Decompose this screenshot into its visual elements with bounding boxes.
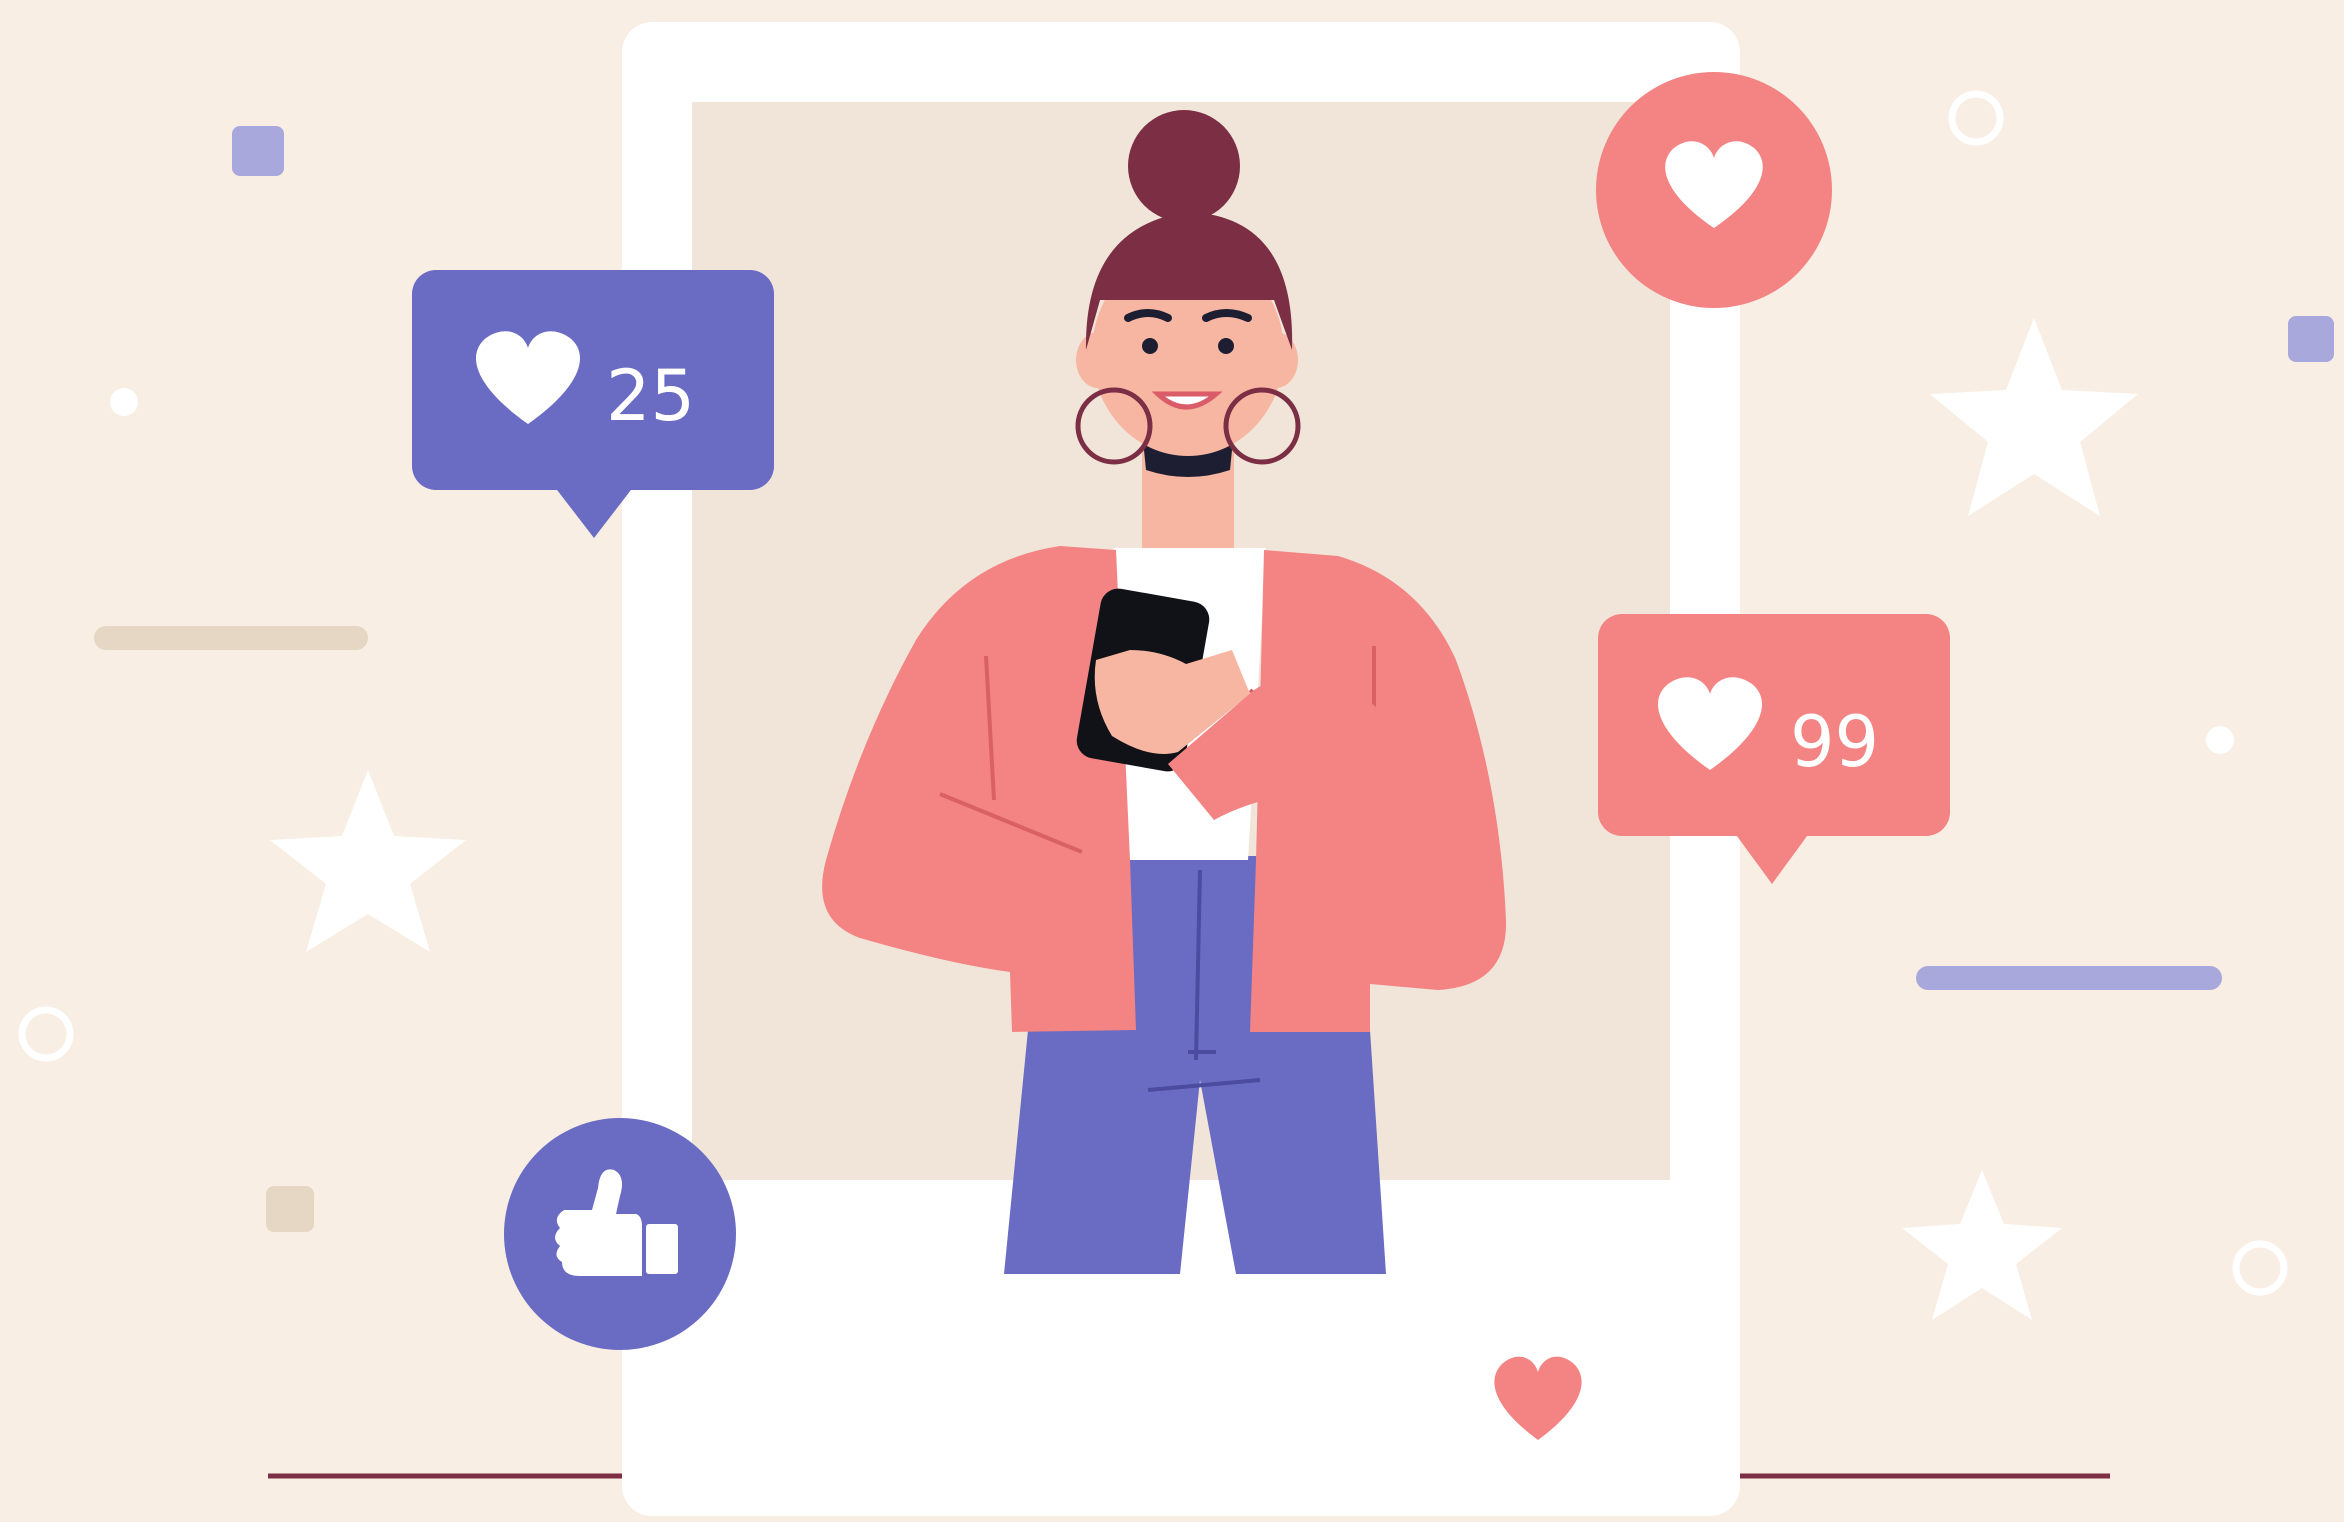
eye [1142,338,1158,354]
dash-decoration [1916,966,2222,990]
dot-decoration [2206,726,2234,754]
illustration: 25 99 [0,0,2344,1522]
counter-bubble [412,270,774,490]
dot-decoration [110,388,138,416]
square-decoration [266,1186,314,1232]
like-count: 25 [606,355,695,437]
counter-bubble [1598,614,1950,836]
eye [1218,338,1234,354]
square-decoration [2288,316,2334,362]
thumbs-up-badge[interactable] [504,1118,736,1350]
dash-decoration [94,626,368,650]
like-count: 99 [1790,701,1879,783]
square-decoration [232,126,284,176]
hair-bun [1128,110,1240,222]
heart-reaction-badge[interactable] [1596,72,1832,308]
